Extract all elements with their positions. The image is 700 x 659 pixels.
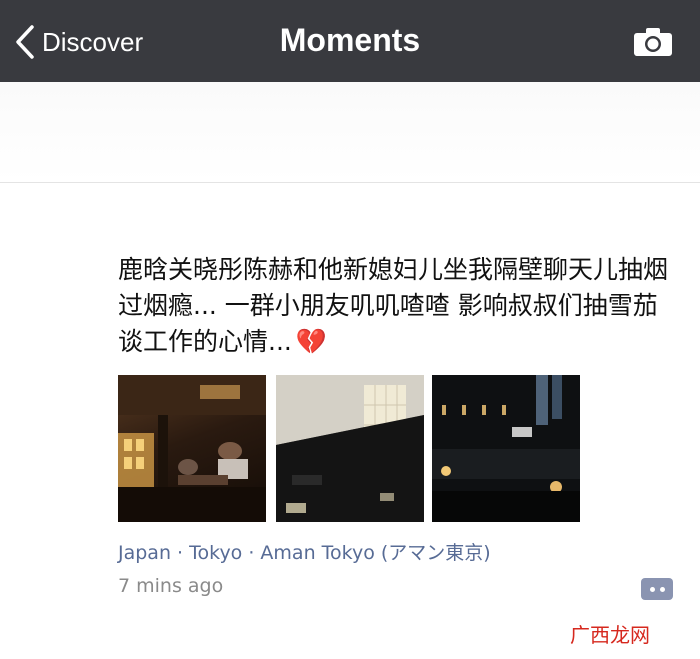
photo-1-image: [118, 375, 266, 522]
camera-button[interactable]: [632, 26, 674, 62]
post-photo[interactable]: [118, 375, 266, 522]
comment-button[interactable]: [641, 578, 673, 600]
location-link[interactable]: Japan · Tokyo · Aman Tokyo (アマン東京): [118, 538, 491, 565]
post-photo[interactable]: [432, 375, 580, 522]
divider: [0, 182, 700, 183]
comment-icon-dot: [659, 586, 665, 592]
photo-3-image: [432, 375, 580, 522]
post-photo[interactable]: [276, 375, 424, 522]
post-text: 鹿晗关晓彤陈赫和他新媳妇儿坐我隔壁聊天儿抽烟过烟瘾... 一群小朋友叽叽喳喳 影…: [118, 252, 678, 360]
broken-heart-icon: 💔: [295, 327, 327, 356]
camera-icon: [634, 28, 672, 56]
watermark: 广西龙网: [570, 620, 650, 647]
page-title: Moments: [279, 22, 421, 58]
cover-area: [0, 82, 700, 182]
photo-2-image: [276, 375, 424, 522]
post-body: 鹿晗关晓彤陈赫和他新媳妇儿坐我隔壁聊天儿抽烟过烟瘾... 一群小朋友叽叽喳喳 影…: [118, 255, 669, 356]
watermark-text: 广西龙网: [570, 622, 650, 647]
post-timestamp: 7 mins ago: [118, 575, 224, 597]
nav-bar: Discover Moments: [0, 0, 700, 82]
comment-icon: [649, 586, 655, 592]
